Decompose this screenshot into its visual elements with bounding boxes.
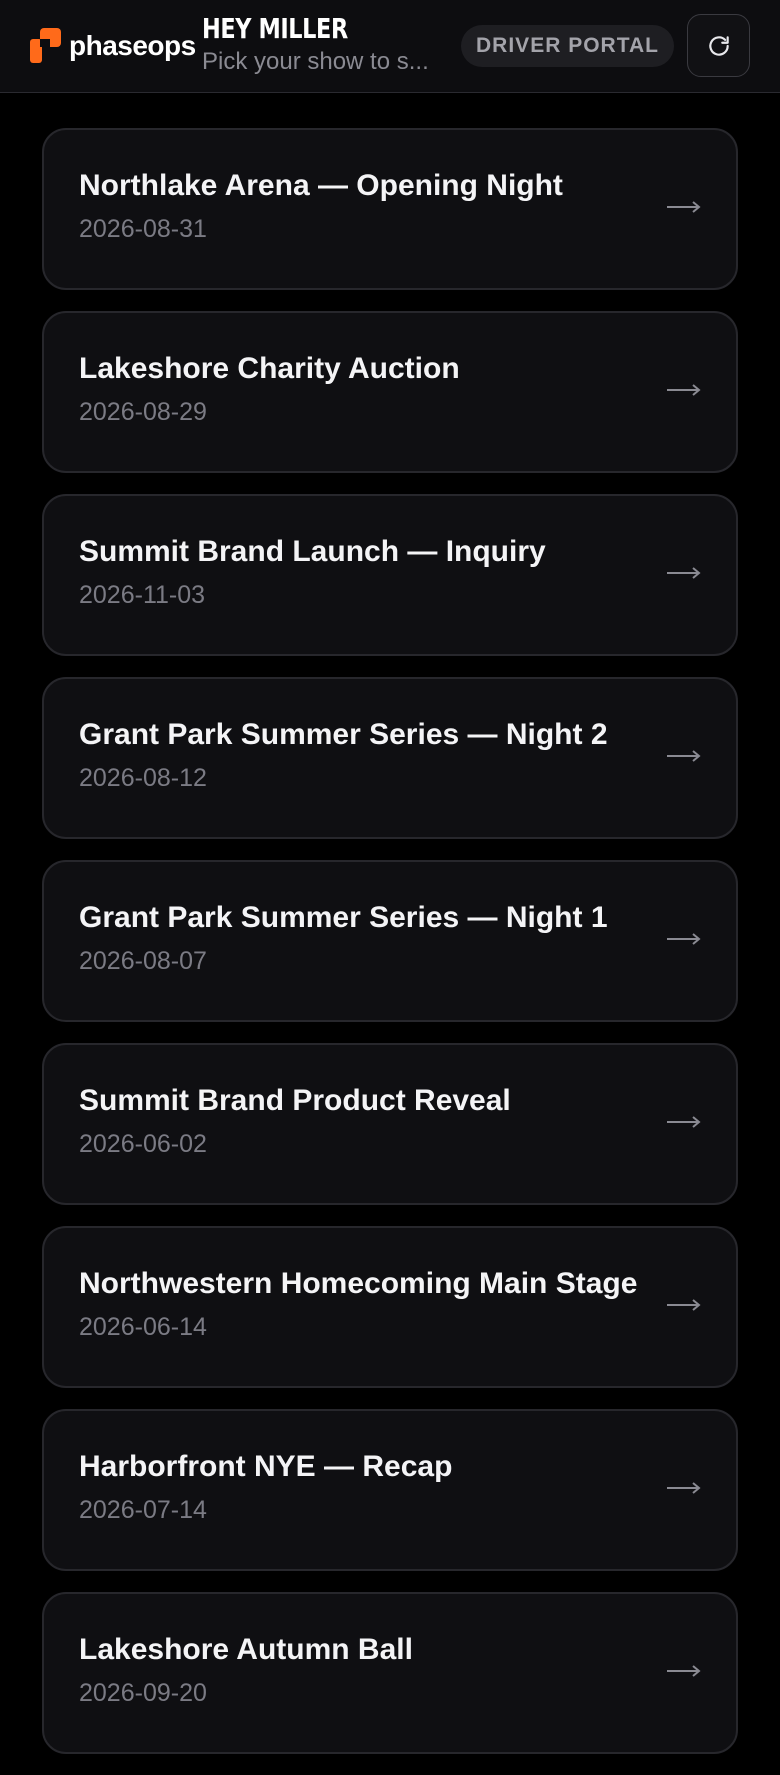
arrow-right-icon bbox=[667, 201, 701, 213]
show-date: 2026-09-20 bbox=[79, 1679, 207, 1707]
show-card[interactable]: Lakeshore Charity Auction 2026-08-29 bbox=[42, 311, 738, 473]
show-card[interactable]: Northwestern Homecoming Main Stage 2026-… bbox=[42, 1226, 738, 1388]
show-title: Grant Park Summer Series — Night 1 bbox=[79, 901, 608, 934]
show-title: Harborfront NYE — Recap bbox=[79, 1450, 453, 1483]
show-card[interactable]: Summit Brand Launch — Inquiry 2026-11-03 bbox=[42, 494, 738, 656]
show-list: Northlake Arena — Opening Night 2026-08-… bbox=[42, 128, 738, 1775]
app-header: phaseops HEY MILLER Pick your show to s.… bbox=[0, 0, 780, 93]
show-card[interactable]: Grant Park Summer Series — Night 2 2026-… bbox=[42, 677, 738, 839]
show-card[interactable]: Northlake Arena — Opening Night 2026-08-… bbox=[42, 128, 738, 290]
page-subtitle: Pick your show to s... bbox=[202, 48, 429, 75]
show-card[interactable]: Lakeshore Autumn Ball 2026-09-20 bbox=[42, 1592, 738, 1754]
show-date: 2026-08-12 bbox=[79, 764, 207, 792]
greeting-block: HEY MILLER Pick your show to s... bbox=[202, 12, 447, 76]
arrow-right-icon bbox=[667, 567, 701, 579]
arrow-right-icon bbox=[667, 1299, 701, 1311]
show-title: Lakeshore Autumn Ball bbox=[79, 1633, 413, 1666]
phaseops-logo-icon bbox=[30, 28, 61, 63]
show-title: Northlake Arena — Opening Night bbox=[79, 169, 563, 202]
show-card[interactable]: Grant Park Summer Series — Night 1 2026-… bbox=[42, 860, 738, 1022]
page-title: HEY MILLER bbox=[202, 12, 348, 45]
show-date: 2026-11-03 bbox=[79, 581, 206, 609]
show-card[interactable]: Harborfront NYE — Recap 2026-07-14 bbox=[42, 1409, 738, 1571]
show-date: 2026-08-07 bbox=[79, 947, 207, 975]
show-title: Lakeshore Charity Auction bbox=[79, 352, 460, 385]
show-date: 2026-08-29 bbox=[79, 398, 207, 426]
show-card[interactable]: Summit Brand Product Reveal 2026-06-02 bbox=[42, 1043, 738, 1205]
arrow-right-icon bbox=[667, 384, 701, 396]
refresh-button[interactable] bbox=[687, 14, 750, 77]
show-date: 2026-06-14 bbox=[79, 1313, 207, 1341]
show-date: 2026-08-31 bbox=[79, 215, 207, 243]
arrow-right-icon bbox=[667, 1665, 701, 1677]
show-date: 2026-07-14 bbox=[79, 1496, 207, 1524]
show-title: Summit Brand Launch — Inquiry bbox=[79, 535, 546, 568]
arrow-right-icon bbox=[667, 933, 701, 945]
show-date: 2026-06-02 bbox=[79, 1130, 207, 1158]
brand-name: phaseops bbox=[69, 29, 196, 61]
arrow-right-icon bbox=[667, 750, 701, 762]
refresh-icon bbox=[708, 35, 729, 56]
show-title: Grant Park Summer Series — Night 2 bbox=[79, 718, 608, 751]
brand-logo[interactable]: phaseops bbox=[30, 28, 196, 63]
arrow-right-icon bbox=[667, 1482, 701, 1494]
show-title: Northwestern Homecoming Main Stage bbox=[79, 1267, 638, 1300]
arrow-right-icon bbox=[667, 1116, 701, 1128]
show-title: Summit Brand Product Reveal bbox=[79, 1084, 511, 1117]
driver-portal-badge: DRIVER PORTAL bbox=[461, 25, 674, 67]
